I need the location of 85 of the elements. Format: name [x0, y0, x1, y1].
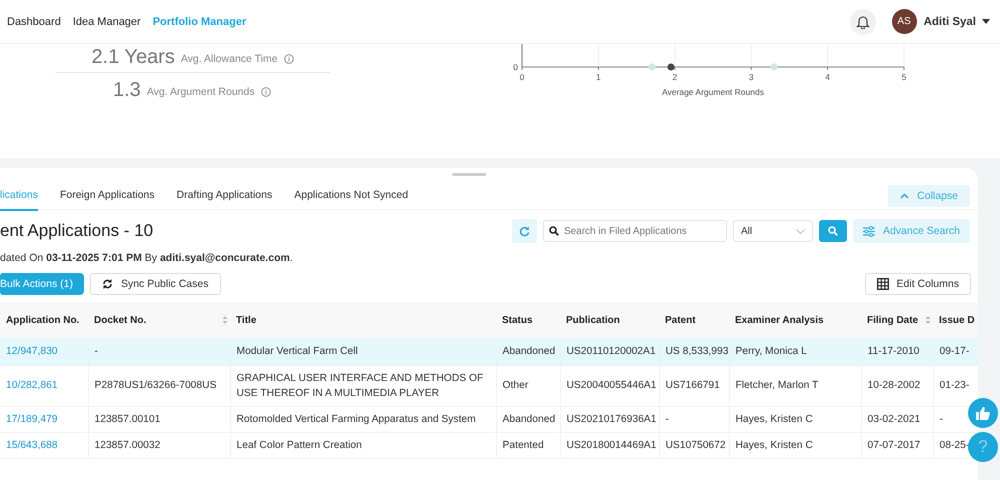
column-header[interactable]: Docket No.: [94, 314, 146, 326]
data-point: [648, 64, 656, 70]
table-cell: US7166791: [659, 365, 729, 406]
search-field[interactable]: Search in Filed Applications: [542, 220, 727, 242]
info-icon: [260, 87, 271, 97]
table-cell: US10750672: [659, 432, 729, 458]
table-icon: [876, 278, 889, 290]
filter-dropdown[interactable]: All: [732, 220, 813, 242]
sort-icon[interactable]: [222, 315, 228, 325]
column-header[interactable]: Examiner Analysis: [729, 302, 861, 338]
stat-value: 2.1 Years: [91, 46, 175, 68]
sliders-icon: [862, 226, 875, 236]
page-title: ent Applications - 10: [0, 221, 154, 241]
table-cell: 123857.00032: [88, 432, 230, 458]
table-cell: -: [659, 406, 729, 432]
table-cell: Rotomolded Vertical Farming Apparatus and System: [230, 406, 496, 432]
table-cell: 03-02-2021: [861, 406, 933, 432]
bell-icon: [856, 14, 870, 29]
tick-label: 0: [513, 62, 518, 72]
nav-link[interactable]: Idea Manager: [72, 16, 141, 28]
table-cell: Fletcher, Marlon T: [729, 365, 861, 406]
table-cell: Abandoned: [496, 406, 560, 432]
search-button[interactable]: [818, 220, 847, 242]
sync-icon: [102, 278, 113, 290]
update-info: dated On 03-11-2025 7:01 PM By aditi.syal@concurate.com.: [0, 252, 294, 266]
table-cell: 07-07-2017: [861, 432, 933, 458]
tick-label: 0: [520, 72, 524, 82]
stat-label: Avg. Allowance Time: [180, 53, 278, 67]
table-cell: Abandoned: [496, 338, 560, 365]
stat-label: Avg. Argument Rounds: [146, 86, 255, 100]
search-icon: [548, 226, 559, 236]
table-cell: Modular Vertical Farm Cell: [230, 338, 496, 365]
refresh-icon: [518, 226, 530, 236]
sync-button[interactable]: Sync Public Cases: [90, 273, 220, 295]
tick-label: 3: [748, 72, 754, 82]
table-cell: US20110120002A1: [560, 338, 659, 365]
caret-icon[interactable]: [982, 19, 990, 24]
sort-icon[interactable]: [925, 315, 931, 325]
thumbs-up-icon: [976, 406, 990, 420]
tick-label: 5: [902, 72, 906, 82]
axis-title: Average Argument Rounds: [662, 87, 764, 97]
table-cell: 10-28-2002: [861, 365, 933, 406]
tab[interactable]: Foreign Applications: [60, 180, 154, 210]
table-cell: -: [88, 338, 230, 365]
column-header[interactable]: Status: [496, 302, 560, 338]
table-cell: Hayes, Kristen C: [729, 406, 861, 432]
column-header[interactable]: Issue D: [933, 302, 978, 338]
stat-value: 1.3: [113, 79, 141, 101]
tab[interactable]: Drafting Applications: [176, 180, 272, 210]
tick-label: 4: [825, 72, 830, 82]
table-cell: Hayes, Kristen C: [729, 432, 861, 458]
search-icon: [828, 226, 838, 236]
data-point: [667, 64, 674, 70]
info-icon: [284, 54, 294, 64]
column-header[interactable]: Title: [230, 302, 496, 338]
table-cell: Other: [496, 365, 560, 406]
table-cell: 11-17-2010: [861, 338, 933, 365]
notification-button[interactable]: [850, 8, 876, 34]
data-point: [770, 64, 778, 70]
table-cell: Perry, Monica L: [729, 338, 861, 365]
table-cell: P2878US1/63266-7008US: [88, 365, 230, 406]
table-cell: US20210176936A1: [560, 406, 659, 432]
tab[interactable]: Applications Not Synced: [294, 180, 408, 210]
table-cell: Patented: [496, 432, 560, 458]
table-cell: 09-17-: [933, 338, 978, 365]
table-cell: US20040055446A1: [560, 365, 659, 406]
refresh-button[interactable]: [512, 219, 537, 243]
edit-columns-button[interactable]: Edit Columns: [864, 273, 971, 295]
tick-label: 1: [596, 72, 601, 82]
chevron-down-icon: [796, 228, 805, 234]
drag-handle[interactable]: [452, 173, 486, 176]
table-cell: Leaf Color Pattern Creation: [230, 432, 496, 458]
table-cell: US20180014469A1: [560, 432, 659, 458]
table-cell: US 8,533,993: [659, 338, 729, 365]
chevron-up-icon: [900, 192, 910, 198]
nav-link[interactable]: Dashboard: [7, 16, 61, 28]
column-header[interactable]: Publication: [560, 302, 659, 338]
user-avatar[interactable]: AS: [892, 9, 917, 34]
feedback-button[interactable]: [968, 398, 998, 428]
column-header[interactable]: Patent: [659, 302, 729, 338]
column-header[interactable]: Application No.: [0, 302, 88, 338]
table-cell: 123857.00101: [88, 406, 230, 432]
table-cell: GRAPHICAL USER INTERFACE AND METHODS OF USE THEREOF IN A MULTIMEDIA PLAYER: [230, 365, 496, 406]
tick-label: 2: [672, 72, 678, 82]
user-name[interactable]: Aditi Syal: [924, 16, 976, 28]
